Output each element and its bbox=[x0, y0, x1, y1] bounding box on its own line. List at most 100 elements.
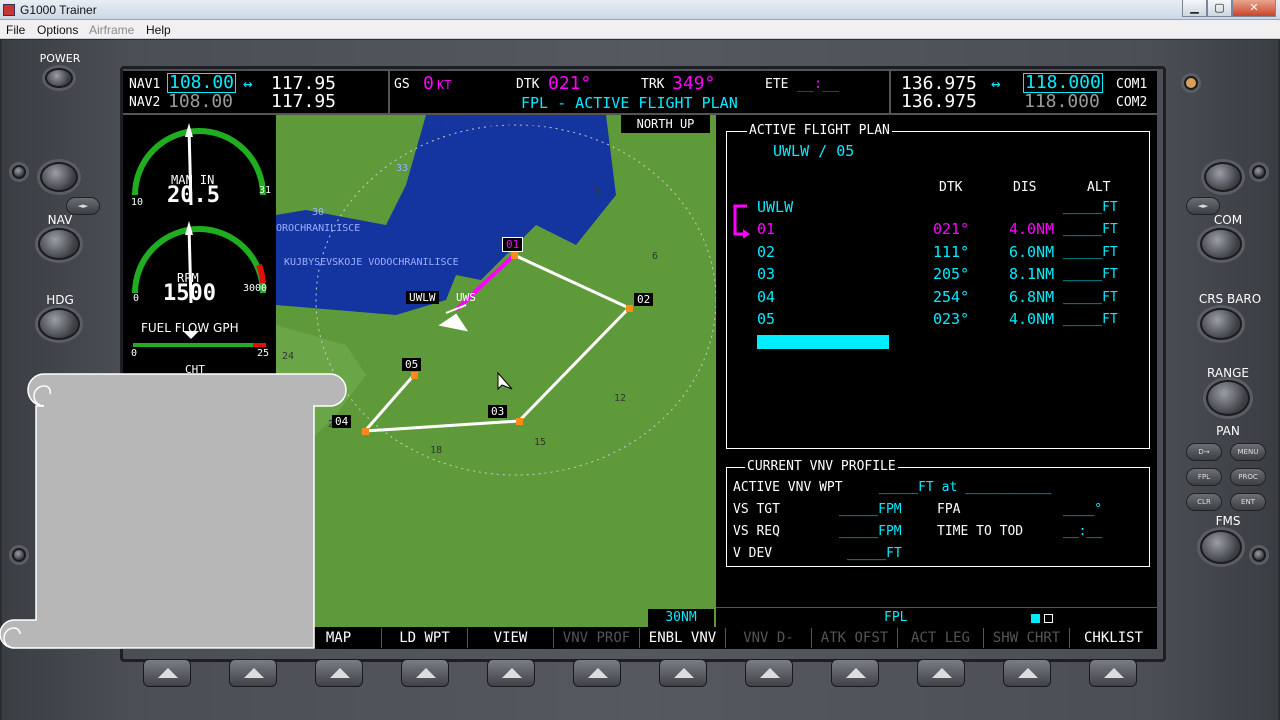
softkey-view[interactable]: VIEW bbox=[468, 628, 554, 648]
window-title: G1000 Trainer bbox=[20, 3, 97, 17]
fpl-alt: _____FT bbox=[1063, 267, 1118, 282]
softkey-button-9[interactable] bbox=[831, 659, 879, 687]
softkey-atk-ofst[interactable]: ATK OFST bbox=[812, 628, 898, 648]
fpl-row[interactable]: 05 023° 4.0NM _____FT bbox=[727, 310, 1147, 332]
dtk-value: 021° bbox=[548, 73, 592, 94]
softkey-ld-wpt[interactable]: LD WPT bbox=[382, 628, 468, 648]
power-knob[interactable] bbox=[45, 68, 73, 88]
com1-standby[interactable]: 118.000 bbox=[1023, 73, 1103, 93]
compass-15: 15 bbox=[534, 437, 547, 448]
fpl-row[interactable]: 04 254° 6.8NM _____FT bbox=[727, 288, 1147, 310]
aircraft-icon bbox=[438, 304, 469, 332]
rpm-value: 1500 bbox=[163, 281, 216, 306]
clr-button[interactable]: CLR bbox=[1186, 493, 1222, 511]
softkey-button-4[interactable] bbox=[401, 659, 449, 687]
range-joystick[interactable] bbox=[1206, 380, 1250, 416]
minimize-button[interactable]: ▁ bbox=[1182, 0, 1207, 17]
com-volume-knob[interactable] bbox=[1204, 162, 1242, 192]
com2-standby[interactable]: 118.000 bbox=[1024, 91, 1100, 112]
map-orientation[interactable]: NORTH UP bbox=[621, 115, 710, 133]
direct-to-button[interactable]: D→ bbox=[1186, 443, 1222, 461]
close-button[interactable]: ✕ bbox=[1232, 0, 1276, 17]
fpl-waypoint: UWLW bbox=[757, 198, 794, 216]
crs-baro-label: CRS BARO bbox=[1198, 292, 1262, 306]
engine-panel: MAN IN 20.5 10 31 RPM 1500 0 3000 FUEL F… bbox=[123, 115, 276, 376]
fms-knob[interactable] bbox=[1200, 530, 1242, 564]
nav1-label: NAV1 bbox=[129, 77, 161, 92]
man-value: 20.5 bbox=[167, 183, 220, 208]
softkey-button-12[interactable] bbox=[1089, 659, 1137, 687]
screw-icon bbox=[1252, 548, 1266, 562]
hdg-knob[interactable] bbox=[38, 308, 80, 340]
col-dtk: DTK bbox=[939, 180, 963, 195]
fpl-row[interactable]: UWLW _____FT bbox=[727, 198, 1147, 220]
ent-button[interactable]: ENT bbox=[1230, 493, 1266, 511]
tod-value: __:__ bbox=[1063, 524, 1103, 539]
menu-file[interactable]: File bbox=[6, 23, 25, 37]
fpl-dtk: 111° bbox=[933, 243, 970, 261]
softkey-button-3[interactable] bbox=[315, 659, 363, 687]
softkey-shw-chrt[interactable]: SHW CHRT bbox=[984, 628, 1070, 648]
fpl-button[interactable]: FPL bbox=[1186, 468, 1222, 486]
softkey-button-7[interactable] bbox=[659, 659, 707, 687]
com2-active[interactable]: 136.975 bbox=[901, 91, 977, 112]
fpl-entry-cursor[interactable] bbox=[757, 335, 889, 349]
vnv-profile-panel: CURRENT VNV PROFILE ACTIVE VNV WPT _____… bbox=[726, 459, 1150, 567]
nav-knob[interactable] bbox=[38, 228, 80, 260]
proc-button[interactable]: PROC bbox=[1230, 468, 1266, 486]
nav-volume-knob[interactable] bbox=[40, 162, 78, 192]
origin-label: UWLW bbox=[406, 291, 439, 304]
waypoint-marker bbox=[516, 418, 523, 425]
ff-label: FUEL FLOW GPH bbox=[141, 321, 239, 335]
softkey-chklist[interactable]: CHKLIST bbox=[1070, 628, 1157, 648]
scroll-tooltip bbox=[0, 373, 347, 649]
softkey-act-leg[interactable]: ACT LEG bbox=[898, 628, 984, 648]
nav1-active[interactable]: 108.00 bbox=[167, 73, 237, 93]
nav2-standby[interactable]: 117.95 bbox=[271, 91, 336, 112]
fpl-alt: _____FT bbox=[1063, 245, 1118, 260]
app-icon bbox=[3, 4, 15, 16]
gs-value: 0 bbox=[423, 73, 434, 94]
rpm-min: 0 bbox=[133, 293, 140, 304]
fpl-dtk: 023° bbox=[933, 310, 970, 328]
fpl-row[interactable]: 01 021° 4.0NM _____FT bbox=[727, 220, 1147, 242]
active-vnv-label: ACTIVE VNV WPT bbox=[733, 480, 843, 495]
waypoint-label-03: 03 bbox=[488, 405, 508, 418]
compass-24: 24 bbox=[282, 351, 295, 362]
softkey-button-2[interactable] bbox=[229, 659, 277, 687]
compass-33: 33 bbox=[396, 163, 409, 174]
softkey-vnv-prof[interactable]: VNV PROF bbox=[554, 628, 640, 648]
fpa-value: ____° bbox=[1063, 502, 1103, 517]
crs-baro-knob[interactable] bbox=[1200, 308, 1242, 340]
nav-swap-icon: ↔ bbox=[243, 74, 253, 93]
vs-req-label: VS REQ bbox=[733, 524, 780, 539]
menu-options[interactable]: Options bbox=[37, 23, 78, 37]
softkey-button-8[interactable] bbox=[745, 659, 793, 687]
menu-help[interactable]: Help bbox=[146, 23, 171, 37]
com-knob[interactable] bbox=[1200, 228, 1242, 260]
map-range[interactable]: 30NM bbox=[648, 609, 714, 627]
softkey-button-11[interactable] bbox=[1003, 659, 1051, 687]
nav2-label: NAV2 bbox=[129, 95, 161, 110]
softkey-vnv-d[interactable]: VNV D- bbox=[726, 628, 812, 648]
fpl-dtk: 205° bbox=[933, 265, 970, 283]
waypoint-marker bbox=[362, 428, 369, 435]
window-title-bar: G1000 Trainer ▁ ▢ ✕ bbox=[0, 0, 1280, 20]
map-label-lake: KUJBYSEVSKOE VODOCHR bbox=[428, 119, 549, 130]
softkey-button-10[interactable] bbox=[917, 659, 965, 687]
fpl-row[interactable]: 02 111° 6.0NM _____FT bbox=[727, 243, 1147, 265]
nav2-active[interactable]: 108.00 bbox=[168, 91, 233, 112]
vnv-title: CURRENT VNV PROFILE bbox=[745, 459, 898, 474]
softkey-enbl-vnv[interactable]: ENBL VNV bbox=[640, 628, 726, 648]
softkey-button-1[interactable] bbox=[143, 659, 191, 687]
menu-button[interactable]: MENU bbox=[1230, 443, 1266, 461]
range-label: RANGE bbox=[1207, 366, 1249, 380]
softkey-button-5[interactable] bbox=[487, 659, 535, 687]
nav-label: NAV bbox=[47, 213, 73, 227]
maximize-button[interactable]: ▢ bbox=[1207, 0, 1232, 17]
fpl-row[interactable]: 03 205° 8.1NM _____FT bbox=[727, 265, 1147, 287]
menu-bar: File Options Airframe Help bbox=[0, 20, 1280, 39]
menu-airframe[interactable]: Airframe bbox=[89, 23, 134, 37]
com2-label: COM2 bbox=[1116, 95, 1148, 110]
softkey-button-6[interactable] bbox=[573, 659, 621, 687]
